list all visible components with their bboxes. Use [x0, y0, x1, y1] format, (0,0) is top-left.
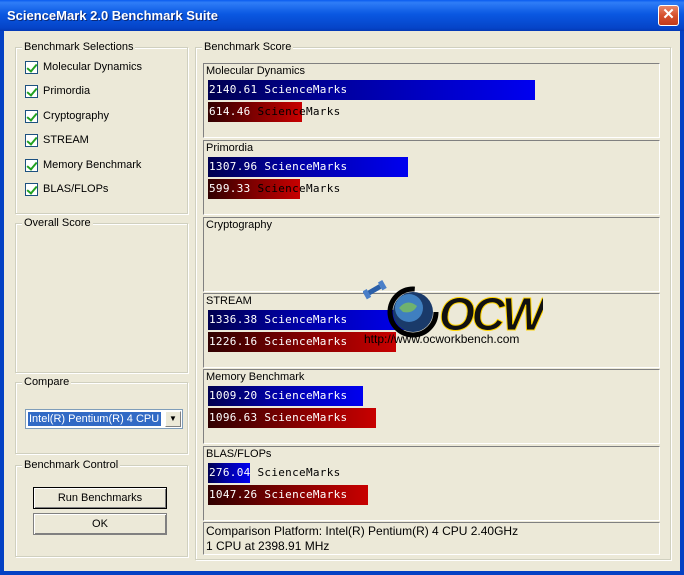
panel-title: STREAM — [206, 295, 252, 307]
compare-platform-dropdown[interactable]: Intel(R) Pentium(R) 4 CPU 2. ▼ — [25, 409, 183, 429]
benchmark-selections-group: Benchmark Selections Molecular Dynamics … — [15, 40, 188, 214]
panel-primordia: Primordia 1307.96 ScienceMarks 599.33 Sc… — [203, 140, 660, 215]
comparison-score-value: 599.33 — [209, 182, 251, 195]
checkbox-checked-icon[interactable] — [25, 133, 38, 147]
current-score-value: 1336.38 — [209, 313, 258, 326]
panel-memory-benchmark: Memory Benchmark 1009.20 ScienceMarks 10… — [203, 369, 660, 444]
close-icon[interactable]: ✕ — [658, 5, 679, 26]
panel-title: Primordia — [206, 142, 254, 154]
comparison-score-value: 1047.26 — [209, 488, 258, 501]
panel-molecular-dynamics: Molecular Dynamics 2140.61 ScienceMarks … — [203, 63, 660, 138]
window-border-bottom — [0, 571, 684, 575]
comparison-platform-panel: Comparison Platform: Intel(R) Pentium(R)… — [203, 522, 660, 555]
group-label: Benchmark Control — [22, 458, 121, 472]
score-unit: ScienceMarks — [257, 105, 341, 118]
checkbox-checked-icon[interactable] — [25, 182, 38, 196]
comparison-score-value: 1226.16 — [209, 335, 258, 348]
checkbox-checked-icon[interactable] — [25, 109, 38, 123]
current-score-value: 1307.96 — [209, 160, 258, 173]
panel-title: BLAS/FLOPs — [206, 448, 272, 460]
current-score-value: 276.04 — [209, 466, 251, 479]
current-score-value: 1009.20 — [209, 389, 258, 402]
window-border-right — [680, 31, 684, 575]
comparison-platform-text: Comparison Platform: Intel(R) Pentium(R)… — [206, 524, 519, 538]
score-unit: ScienceMarks — [264, 313, 348, 326]
checkbox-cryptography[interactable]: Cryptography — [25, 108, 109, 124]
score-unit: ScienceMarks — [257, 182, 341, 195]
overall-score-group: Overall Score — [15, 216, 188, 373]
score-unit: ScienceMarks — [257, 466, 341, 479]
group-label: Benchmark Selections — [22, 40, 136, 54]
compare-selected-value: Intel(R) Pentium(R) 4 CPU 2. — [27, 411, 162, 427]
checkbox-blas-flops[interactable]: BLAS/FLOPs — [25, 181, 108, 197]
window-title: ScienceMark 2.0 Benchmark Suite — [7, 8, 218, 23]
comparison-score-value: 1096.63 — [209, 411, 258, 424]
checkbox-label: Primordia — [43, 85, 91, 97]
benchmark-control-group: Benchmark Control Run Benchmarks OK — [15, 458, 188, 557]
checkbox-label: Molecular Dynamics — [43, 61, 143, 73]
checkbox-label: BLAS/FLOPs — [43, 183, 109, 195]
window-border-left — [0, 31, 4, 575]
panel-title: Memory Benchmark — [206, 371, 305, 383]
score-unit: ScienceMarks — [264, 389, 348, 402]
checkbox-label: Memory Benchmark — [43, 159, 142, 171]
score-unit: ScienceMarks — [264, 411, 348, 424]
comparison-score-value: 614.46 — [209, 105, 251, 118]
comparison-cpu-text: 1 CPU at 2398.91 MHz — [206, 539, 330, 553]
panel-blas-flops: BLAS/FLOPs 276.04 ScienceMarks 1047.26 S… — [203, 446, 660, 521]
panel-title: Molecular Dynamics — [206, 65, 306, 77]
checkbox-checked-icon[interactable] — [25, 84, 38, 98]
current-score-value: 2140.61 — [209, 83, 258, 96]
checkbox-molecular-dynamics[interactable]: Molecular Dynamics — [25, 59, 142, 75]
checkbox-label: STREAM — [43, 134, 89, 146]
checkbox-primordia[interactable]: Primordia — [25, 83, 90, 99]
checkbox-memory-benchmark[interactable]: Memory Benchmark — [25, 157, 141, 173]
checkbox-checked-icon[interactable] — [25, 158, 38, 172]
chevron-down-icon[interactable]: ▼ — [165, 411, 181, 427]
panel-title: Cryptography — [206, 219, 273, 231]
score-unit: ScienceMarks — [264, 335, 348, 348]
group-label: Compare — [22, 375, 72, 389]
title-bar[interactable]: ScienceMark 2.0 Benchmark Suite ✕ — [0, 0, 684, 31]
checkbox-stream[interactable]: STREAM — [25, 132, 89, 148]
run-benchmarks-button[interactable]: Run Benchmarks — [33, 487, 167, 509]
score-unit: ScienceMarks — [264, 488, 348, 501]
checkbox-checked-icon[interactable] — [25, 60, 38, 74]
compare-group: Compare Intel(R) Pentium(R) 4 CPU 2. ▼ — [15, 375, 188, 454]
score-unit: ScienceMarks — [264, 160, 348, 173]
group-label: Overall Score — [22, 216, 93, 230]
checkbox-label: Cryptography — [43, 110, 110, 122]
ok-button[interactable]: OK — [33, 513, 167, 535]
score-unit: ScienceMarks — [264, 83, 348, 96]
watermark-url: http://www.ocworkbench.com — [364, 332, 520, 346]
group-label: Benchmark Score — [202, 40, 294, 54]
